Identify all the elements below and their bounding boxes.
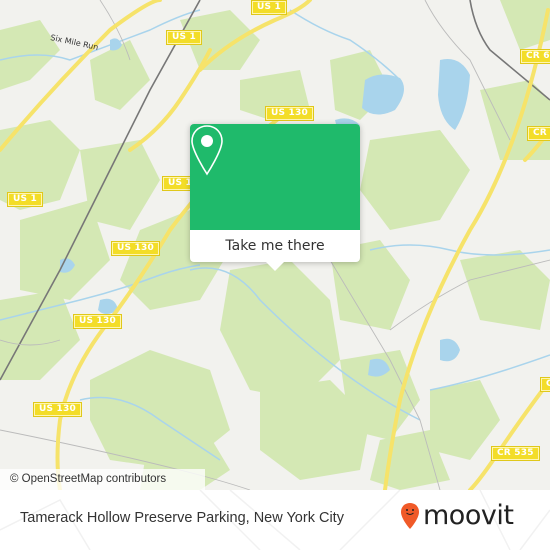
moovit-logo[interactable]: moovit xyxy=(400,500,514,531)
footer-bar: Tamerack Hollow Preserve Parking, New Yo… xyxy=(0,490,550,550)
location-popup: Take me there xyxy=(190,124,360,271)
map-view[interactable]: Six Mile Run US 1 US 1 US 1 US 130 US 1 … xyxy=(0,0,550,490)
moovit-pin-icon xyxy=(401,503,419,529)
road-shield-us130: US 130 xyxy=(74,315,121,328)
map-attribution[interactable]: © OpenStreetMap contributors xyxy=(0,469,205,490)
take-me-there-button[interactable]: Take me there xyxy=(190,230,360,262)
road-shield-us1: US 1 xyxy=(167,31,201,44)
road-shield-cr: C xyxy=(541,378,550,391)
popup-header xyxy=(190,124,360,230)
map-pin-icon xyxy=(191,125,223,176)
road-shield-cr535: CR 535 xyxy=(492,447,539,460)
road-shield-us1: US 1 xyxy=(252,1,286,14)
road-shield-us1: US 1 xyxy=(8,193,42,206)
moovit-logo-text: moovit xyxy=(423,500,514,531)
place-name: Tamerack Hollow Preserve Parking, New Yo… xyxy=(20,510,344,526)
road-shield-us130: US 130 xyxy=(34,403,81,416)
road-shield-cr: CR xyxy=(528,127,550,140)
popup-pointer xyxy=(266,262,284,271)
road-shield-cr: CR 6 xyxy=(521,50,550,63)
road-shield-us130: US 130 xyxy=(266,107,313,120)
road-shield-us130: US 130 xyxy=(112,242,159,255)
